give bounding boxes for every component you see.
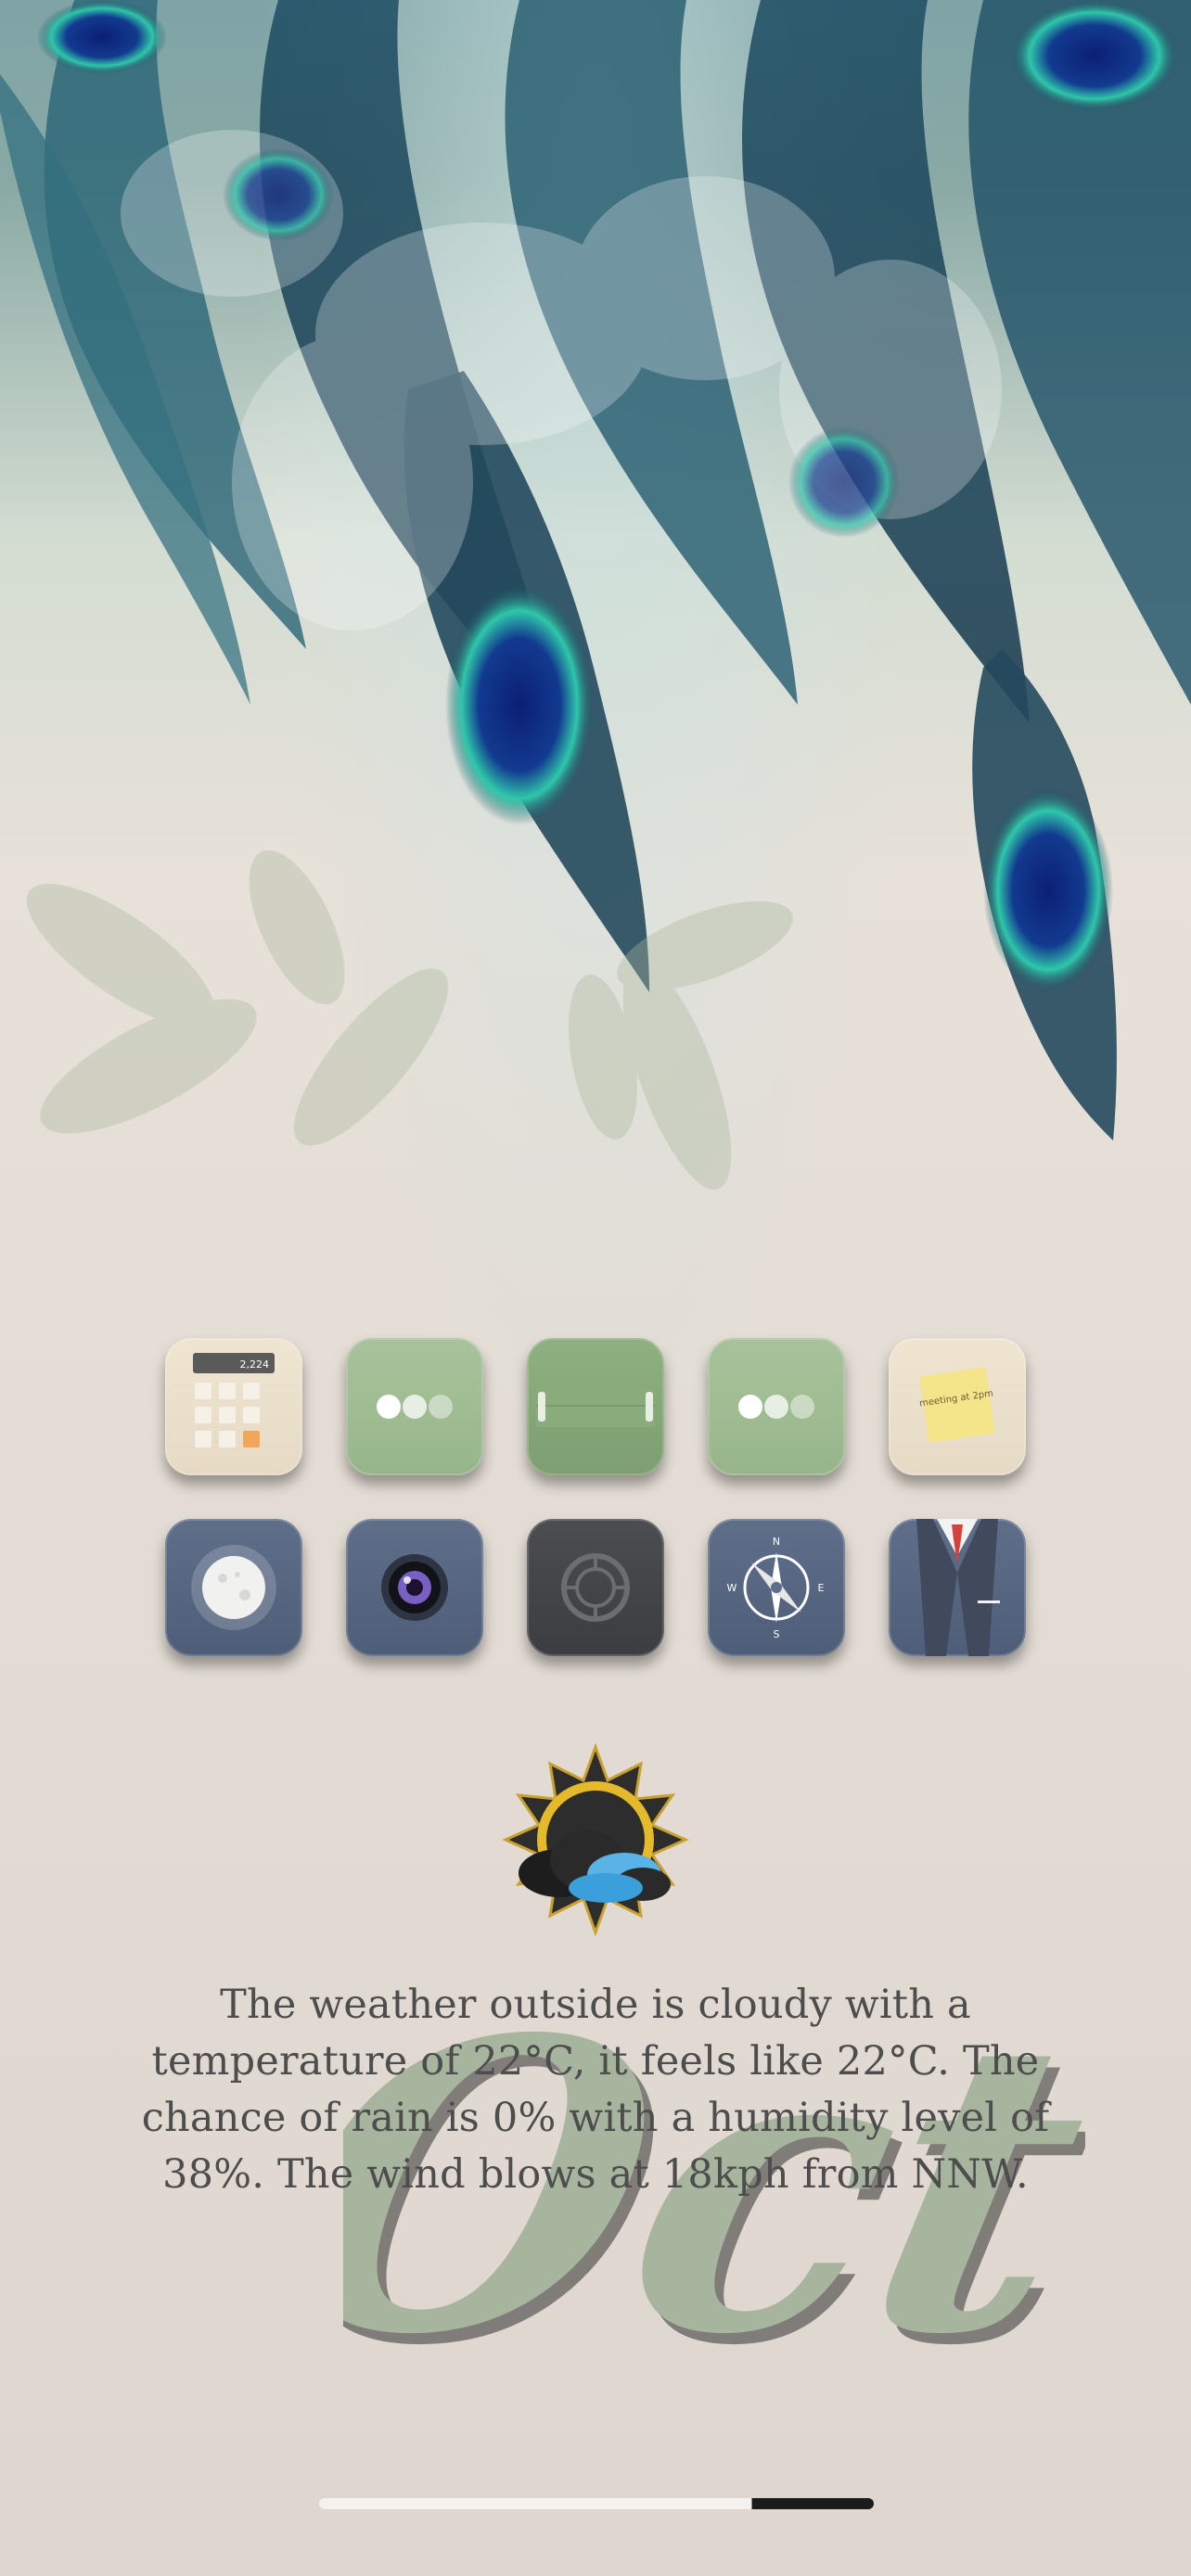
dots-app-icon-2[interactable] xyxy=(708,1338,845,1475)
weather-description: The weather outside is cloudy with a tem… xyxy=(141,1982,1050,2198)
home-indicator[interactable] xyxy=(319,2498,874,2509)
calculator-icon: 2,224 xyxy=(193,1353,275,1447)
compass-icon: N E S W xyxy=(727,1536,825,1640)
compass-n-label: N xyxy=(773,1536,780,1548)
compass-e-label: E xyxy=(818,1582,825,1594)
cloudy-sun-icon xyxy=(502,1743,689,1937)
clipboard-app-icon[interactable] xyxy=(527,1338,664,1475)
compass-s-label: S xyxy=(774,1628,780,1640)
moon-app-icon[interactable] xyxy=(165,1519,302,1656)
camera-app-icon[interactable] xyxy=(346,1519,483,1656)
dots-icon xyxy=(377,1395,453,1419)
moon-icon xyxy=(191,1545,276,1630)
contacts-app-icon[interactable] xyxy=(889,1519,1026,1656)
suit-icon xyxy=(916,1519,1000,1656)
dots-app-icon[interactable] xyxy=(346,1338,483,1475)
notes-app-icon[interactable]: meeting at 2pm xyxy=(889,1338,1026,1475)
settings-app-icon[interactable] xyxy=(527,1519,664,1656)
camera-icon xyxy=(381,1554,448,1621)
compass-w-label: W xyxy=(727,1582,737,1594)
clipboard-icon xyxy=(536,1386,655,1427)
settings-gear-icon xyxy=(561,1553,630,1622)
app-icon-grid: 2,224 meeting at 2pm N E S W xyxy=(165,1338,1026,1656)
leaf-artwork xyxy=(26,849,793,1190)
compass-app-icon[interactable]: N E S W xyxy=(708,1519,845,1656)
calculator-display: 2,224 xyxy=(240,1358,270,1371)
sticky-note-icon: meeting at 2pm xyxy=(919,1367,995,1443)
dots-icon xyxy=(738,1395,814,1419)
calculator-app-icon[interactable]: 2,224 xyxy=(165,1338,302,1475)
